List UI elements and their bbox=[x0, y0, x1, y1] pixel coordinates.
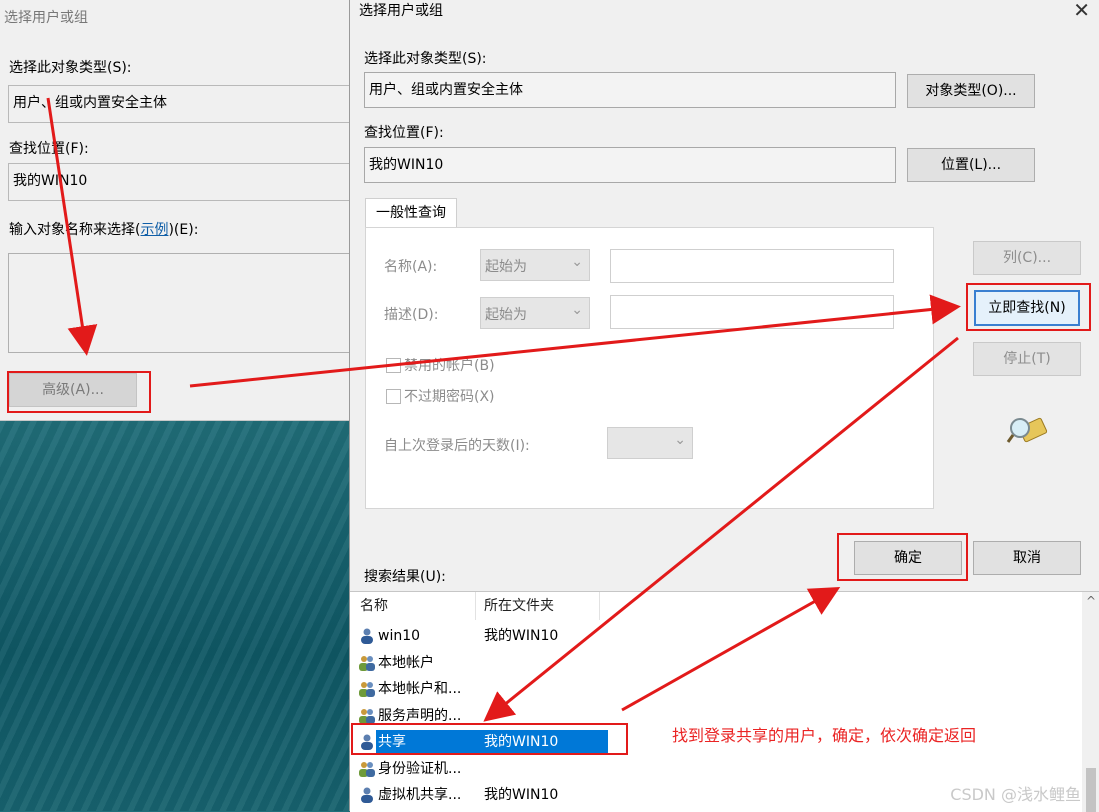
group-icon bbox=[359, 682, 375, 697]
column-divider[interactable] bbox=[599, 592, 600, 620]
tab-general-query[interactable]: 一般性查询 bbox=[365, 198, 457, 228]
cancel-button[interactable]: 取消 bbox=[973, 541, 1081, 575]
disabled-accounts-checkbox[interactable] bbox=[386, 358, 401, 373]
description-input[interactable] bbox=[610, 295, 894, 329]
user-icon bbox=[361, 628, 373, 644]
group-icon bbox=[359, 761, 375, 777]
object-types-button[interactable]: 对象类型(O)... bbox=[907, 74, 1035, 108]
back-object-type-label: 选择此对象类型(S): bbox=[9, 60, 132, 76]
back-select-users-dialog: 选择用户或组 选择此对象类型(S): 用户、组或内置安全主体 查找位置(F): … bbox=[0, 0, 350, 421]
search-magnifier-icon bbox=[1005, 408, 1049, 446]
front-select-users-dialog: 选择用户或组 ✕ 选择此对象类型(S): 用户、组或内置安全主体 对象类型(O)… bbox=[349, 0, 1099, 812]
chevron-down-icon: ⌄ bbox=[571, 254, 583, 270]
locations-button[interactable]: 位置(L)... bbox=[907, 148, 1035, 182]
annotation-box-find-now bbox=[966, 283, 1091, 331]
name-label: 名称(A): bbox=[384, 259, 438, 275]
result-folder: 我的WIN10 bbox=[484, 628, 559, 644]
back-location-label: 查找位置(F): bbox=[9, 141, 89, 157]
non-expiring-password-checkbox[interactable] bbox=[386, 389, 401, 404]
table-row[interactable]: 虚拟机共享... 我的WIN10 bbox=[358, 783, 600, 807]
scrollbar-thumb[interactable] bbox=[1086, 768, 1096, 812]
desktop-background bbox=[0, 420, 360, 811]
column-header-folder[interactable]: 所在文件夹 bbox=[484, 592, 554, 620]
back-dialog-title: 选择用户或组 bbox=[4, 10, 88, 26]
table-row[interactable]: 本地帐户和... bbox=[358, 677, 600, 701]
disabled-accounts-label: 禁用的帐户(B) bbox=[404, 358, 495, 374]
location-field: 我的WIN10 bbox=[364, 147, 896, 183]
result-name: 本地帐户和... bbox=[378, 681, 462, 697]
non-expiring-password-label: 不过期密码(X) bbox=[404, 389, 495, 405]
result-name: 虚拟机共享... bbox=[378, 787, 462, 803]
column-header-name[interactable]: 名称 bbox=[360, 592, 388, 620]
annotation-box-ok bbox=[837, 533, 968, 581]
table-row[interactable]: win10 我的WIN10 bbox=[358, 624, 600, 648]
group-icon bbox=[359, 708, 375, 724]
user-icon bbox=[361, 787, 373, 803]
chevron-down-icon: ⌄ bbox=[571, 302, 583, 318]
search-results-list[interactable]: 名称 所在文件夹 win10 我的WIN10 本地帐户 本地帐户和... 服务声明的..… bbox=[350, 591, 1099, 812]
chevron-down-icon: ⌄ bbox=[674, 432, 686, 448]
search-results-label: 搜索结果(U): bbox=[364, 569, 446, 585]
days-since-login-label: 自上次登录后的天数(I): bbox=[384, 438, 530, 454]
name-input[interactable] bbox=[610, 249, 894, 283]
days-since-login-select[interactable]: ⌄ bbox=[607, 427, 693, 459]
result-name: 本地帐户 bbox=[378, 654, 434, 671]
group-icon bbox=[359, 655, 375, 671]
location-label: 查找位置(F): bbox=[364, 125, 444, 141]
result-name: 身份验证机... bbox=[378, 760, 462, 777]
vertical-scrollbar[interactable]: ^ bbox=[1082, 592, 1099, 812]
columns-button[interactable]: 列(C)... bbox=[973, 241, 1081, 275]
back-names-textarea[interactable] bbox=[8, 253, 350, 353]
object-type-field: 用户、组或内置安全主体 bbox=[364, 72, 896, 108]
back-location-field: 我的WIN10 bbox=[8, 163, 350, 201]
column-divider[interactable] bbox=[475, 592, 476, 620]
table-row[interactable]: 身份验证机... bbox=[358, 757, 600, 781]
name-operator-select[interactable]: 起始为 ⌄ bbox=[480, 249, 590, 281]
result-folder: 我的WIN10 bbox=[484, 787, 559, 803]
scroll-up-icon[interactable]: ^ bbox=[1086, 594, 1096, 608]
annotation-box-selected-user bbox=[351, 723, 628, 755]
close-icon[interactable]: ✕ bbox=[1073, 0, 1090, 22]
result-name: win10 bbox=[378, 628, 421, 644]
object-type-label: 选择此对象类型(S): bbox=[364, 51, 487, 67]
watermark: CSDN @浅水鲤鱼 bbox=[950, 785, 1081, 804]
general-query-panel: 名称(A): 起始为 ⌄ 描述(D): 起始为 ⌄ 禁用的帐户(B) 不过期密码(X… bbox=[365, 227, 934, 509]
back-enter-names-label: 输入对象名称来选择(示例)(E): bbox=[9, 222, 199, 238]
table-row[interactable]: 本地帐户 bbox=[358, 651, 600, 675]
back-object-type-field: 用户、组或内置安全主体 bbox=[8, 85, 350, 123]
description-operator-select[interactable]: 起始为 ⌄ bbox=[480, 297, 590, 329]
annotation-text: 找到登录共享的用户，确定，依次确定返回 bbox=[672, 726, 977, 745]
description-label: 描述(D): bbox=[384, 307, 439, 323]
stop-button[interactable]: 停止(T) bbox=[973, 342, 1081, 376]
annotation-box-advanced bbox=[7, 371, 151, 413]
front-dialog-title: 选择用户或组 bbox=[359, 3, 443, 19]
examples-link[interactable]: 示例 bbox=[140, 222, 168, 238]
